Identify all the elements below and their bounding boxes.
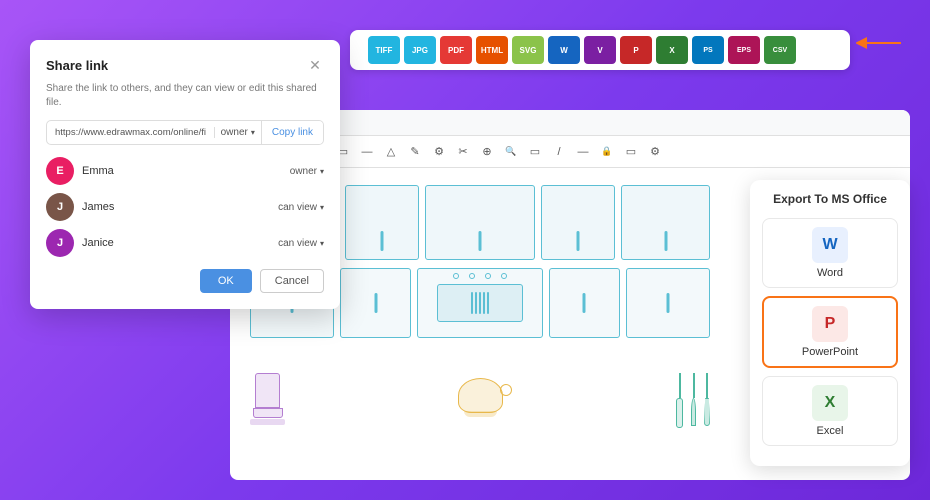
share-link-input[interactable] [47, 121, 214, 144]
avatar-janice: J [46, 229, 74, 257]
role-chevron-janice: ▾ [320, 239, 324, 248]
user-list: E Emma owner ▾ J James can view ▾ J Jani… [46, 157, 324, 257]
role-label-james: can view [278, 202, 317, 213]
role-chevron-emma: ▾ [320, 167, 324, 176]
dialog-overlay: Share link ✕ Share the link to others, a… [0, 0, 930, 500]
role-label-janice: can view [278, 238, 317, 249]
role-chevron-james: ▾ [320, 203, 324, 212]
permission-chevron: ▾ [251, 128, 255, 137]
user-role-janice[interactable]: can view ▾ [278, 238, 324, 249]
dialog-actions: OK Cancel [46, 269, 324, 293]
user-name-emma: Emma [82, 165, 290, 177]
user-role-james[interactable]: can view ▾ [278, 202, 324, 213]
dialog-subtitle: Share the link to others, and they can v… [46, 82, 324, 110]
user-row-james: J James can view ▾ [46, 193, 324, 221]
dialog-title: Share link [46, 58, 108, 73]
user-role-emma[interactable]: owner ▾ [290, 166, 324, 177]
permission-dropdown[interactable]: owner ▾ [214, 127, 261, 138]
cancel-button[interactable]: Cancel [260, 269, 324, 293]
share-dialog: Share link ✕ Share the link to others, a… [30, 40, 340, 309]
user-name-janice: Janice [82, 237, 278, 249]
user-name-james: James [82, 201, 278, 213]
avatar-emma: E [46, 157, 74, 185]
ok-button[interactable]: OK [200, 269, 252, 293]
share-link-row: owner ▾ Copy link [46, 120, 324, 145]
dialog-close-button[interactable]: ✕ [306, 56, 324, 74]
user-row-janice: J Janice can view ▾ [46, 229, 324, 257]
user-row-emma: E Emma owner ▾ [46, 157, 324, 185]
permission-label: owner [221, 127, 248, 138]
role-label-emma: owner [290, 166, 317, 177]
dialog-header: Share link ✕ [46, 56, 324, 74]
avatar-james: J [46, 193, 74, 221]
copy-link-button[interactable]: Copy link [261, 121, 323, 144]
